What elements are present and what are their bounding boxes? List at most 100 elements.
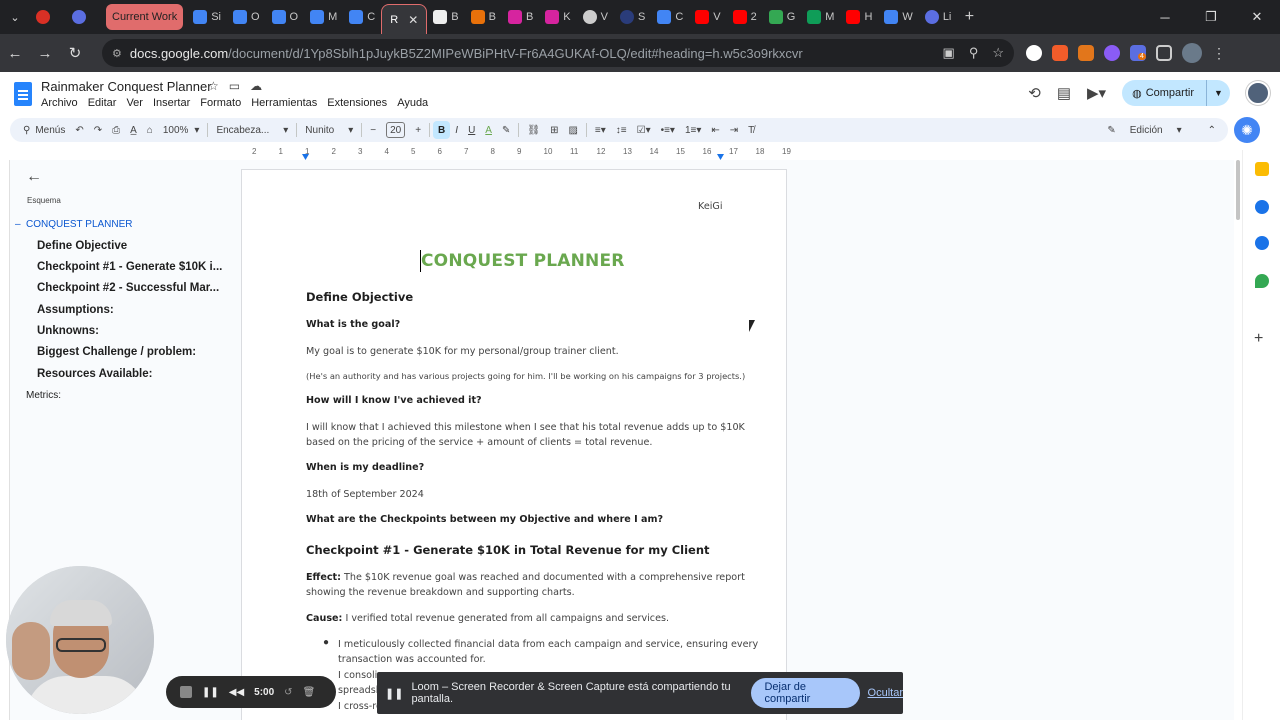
question-goal[interactable]: What is the goal? bbox=[306, 319, 400, 330]
share-button[interactable]: ◍ Compartir ▼ bbox=[1122, 80, 1230, 106]
outline-item-assumptions[interactable]: Assumptions: bbox=[37, 304, 114, 316]
add-comment-icon[interactable]: ⊞ bbox=[545, 118, 563, 142]
bullet2-partial[interactable]: I consoli bbox=[338, 668, 377, 683]
scrollbar-thumb[interactable] bbox=[1236, 160, 1240, 220]
checklist-icon[interactable]: ☑▾ bbox=[632, 118, 656, 142]
link-icon[interactable]: ⛓ bbox=[522, 118, 545, 142]
tab-docs-3[interactable]: O bbox=[266, 4, 305, 30]
tasks-icon[interactable] bbox=[1255, 200, 1269, 214]
menu-file[interactable]: Archivo bbox=[41, 97, 78, 109]
tab-docs-4[interactable]: M bbox=[304, 4, 343, 30]
maps-icon[interactable] bbox=[1255, 274, 1269, 288]
add-app-icon[interactable]: + bbox=[1254, 330, 1263, 348]
browser-menu-icon[interactable]: ⋮ bbox=[1212, 45, 1226, 62]
numbered-list-icon[interactable]: 1≡▾ bbox=[680, 118, 706, 142]
question-achieved[interactable]: How will I know I've achieved it? bbox=[306, 395, 482, 406]
tab-15[interactable]: 2 bbox=[727, 4, 763, 30]
gemini-icon[interactable]: ✺ bbox=[1234, 117, 1260, 143]
question-deadline[interactable]: When is my deadline? bbox=[306, 462, 424, 473]
align-icon[interactable]: ≡▾ bbox=[590, 118, 611, 142]
close-window-icon[interactable]: ✕ bbox=[1234, 0, 1280, 34]
answer-achieved-line2[interactable]: based on the pricing of the service + am… bbox=[306, 435, 652, 450]
tab-8[interactable]: B bbox=[465, 4, 502, 30]
spellcheck-icon[interactable]: A̲ bbox=[125, 118, 142, 142]
comments-icon[interactable]: ▤ bbox=[1057, 84, 1071, 102]
answer-achieved-line1[interactable]: I will know that I achieved this milesto… bbox=[306, 420, 745, 435]
underline-icon[interactable]: U bbox=[463, 118, 480, 142]
tab-7[interactable]: B bbox=[427, 4, 464, 30]
menu-insert[interactable]: Insertar bbox=[153, 97, 190, 109]
increase-indent-icon[interactable]: ⇥ bbox=[725, 118, 743, 142]
hide-banner-link[interactable]: Ocultar bbox=[868, 687, 903, 699]
editing-mode-select[interactable]: ✎ Edición ▾ ⌃ bbox=[1102, 118, 1228, 142]
loom-webcam-bubble[interactable] bbox=[6, 566, 154, 714]
reload-icon[interactable]: ↻ bbox=[60, 44, 90, 62]
extensions-puzzle-icon[interactable] bbox=[1156, 45, 1172, 61]
new-tab-button[interactable]: + bbox=[957, 8, 981, 26]
tab-9[interactable]: B bbox=[502, 4, 539, 30]
tab-docs-1[interactable]: Si bbox=[187, 4, 227, 30]
text-color-icon[interactable]: A bbox=[480, 118, 497, 142]
tab-13[interactable]: C bbox=[651, 4, 689, 30]
italic-icon[interactable]: I bbox=[450, 118, 463, 142]
tab-17[interactable]: M bbox=[801, 4, 840, 30]
document-main-title[interactable]: CONQUEST PLANNER bbox=[421, 251, 625, 271]
extension-fox-icon[interactable] bbox=[1052, 45, 1068, 61]
extension-loom-icon[interactable] bbox=[1104, 45, 1120, 61]
outline-item-unknowns[interactable]: Unknowns: bbox=[37, 325, 99, 337]
pause-icon[interactable]: ❚❚ bbox=[202, 687, 219, 698]
tab-14[interactable]: V bbox=[689, 4, 726, 30]
tab-10[interactable]: K bbox=[539, 4, 576, 30]
bullet3-partial[interactable]: I cross-re bbox=[338, 699, 382, 714]
horizontal-ruler[interactable]: 2 1 1 2 3 4 5 6 7 8 9 10 11 12 13 14 15 16 17 18 19 bbox=[240, 146, 791, 160]
rewind-icon[interactable]: ◀◀ bbox=[229, 687, 244, 698]
line-spacing-icon[interactable]: ↕≡ bbox=[611, 118, 632, 142]
highlight-icon[interactable]: ✎ bbox=[497, 118, 515, 142]
outline-item-conquest-planner[interactable]: – CONQUEST PLANNER bbox=[15, 219, 133, 230]
redo-icon[interactable]: ↷ bbox=[89, 118, 107, 142]
profile-avatar[interactable] bbox=[1182, 43, 1202, 63]
decrease-font-size-icon[interactable]: − bbox=[365, 118, 381, 142]
style-select[interactable]: Encabeza... ▾ bbox=[211, 118, 293, 142]
menu-edit[interactable]: Editar bbox=[88, 97, 117, 109]
close-tab-icon[interactable]: ✕ bbox=[408, 13, 418, 27]
keep-icon[interactable] bbox=[1255, 162, 1269, 176]
answer-goal[interactable]: My goal is to generate $10K for my perso… bbox=[306, 344, 619, 359]
paint-format-icon[interactable]: ⌂ bbox=[142, 118, 158, 142]
bullet1-line1[interactable]: I meticulously collected financial data … bbox=[338, 637, 758, 652]
meet-call-icon[interactable]: ▶▾ bbox=[1087, 84, 1106, 102]
restore-icon[interactable]: ❐ bbox=[1188, 0, 1234, 34]
tab-16[interactable]: G bbox=[763, 4, 802, 30]
font-size-input[interactable]: 20 bbox=[381, 118, 410, 142]
share-dropdown-icon[interactable]: ▼ bbox=[1206, 80, 1230, 106]
menu-tools[interactable]: Herramientas bbox=[251, 97, 317, 109]
bold-icon[interactable]: B bbox=[433, 121, 451, 139]
star-icon[interactable]: ☆ bbox=[208, 79, 219, 93]
cloud-status-icon[interactable]: ☁ bbox=[250, 79, 262, 93]
zoom-icon[interactable]: ⚲ bbox=[969, 45, 979, 61]
heading-define-objective[interactable]: Define Objective bbox=[306, 290, 413, 304]
minimize-icon[interactable]: ─ bbox=[1142, 0, 1188, 34]
extension-badge-icon[interactable]: 4 bbox=[1130, 45, 1146, 61]
bullet1-line2[interactable]: transaction was accounted for. bbox=[338, 652, 486, 667]
stop-recording-icon[interactable] bbox=[180, 686, 192, 698]
tab-docs-2[interactable]: O bbox=[227, 4, 266, 30]
tab-20[interactable]: Li bbox=[919, 4, 958, 30]
camera-icon[interactable]: ▣ bbox=[943, 45, 955, 61]
answer-goal-note[interactable]: (He's an authority and has various proje… bbox=[306, 369, 745, 384]
outline-item-biggest-challenge[interactable]: Biggest Challenge / problem: bbox=[37, 346, 196, 358]
move-folder-icon[interactable]: ▭ bbox=[229, 79, 240, 93]
clear-formatting-icon[interactable]: T̸ bbox=[743, 118, 759, 142]
zoom-select[interactable]: 100% ▾ bbox=[158, 118, 205, 142]
font-select[interactable]: Nunito ▾ bbox=[300, 118, 358, 142]
extension-ghost-icon[interactable] bbox=[1026, 45, 1042, 61]
decrease-indent-icon[interactable]: ⇤ bbox=[706, 118, 724, 142]
document-scrollbar[interactable] bbox=[1235, 160, 1241, 720]
tab-recording-indicator[interactable] bbox=[30, 4, 66, 30]
user-avatar[interactable] bbox=[1246, 81, 1270, 105]
outline-item-metrics[interactable]: Metrics: bbox=[26, 390, 61, 401]
undo-icon[interactable]: ↶ bbox=[70, 118, 88, 142]
forward-icon[interactable]: → bbox=[30, 45, 60, 62]
tab-11[interactable]: V bbox=[577, 4, 614, 30]
heading-checkpoint-1[interactable]: Checkpoint #1 - Generate $10K in Total R… bbox=[306, 543, 710, 557]
